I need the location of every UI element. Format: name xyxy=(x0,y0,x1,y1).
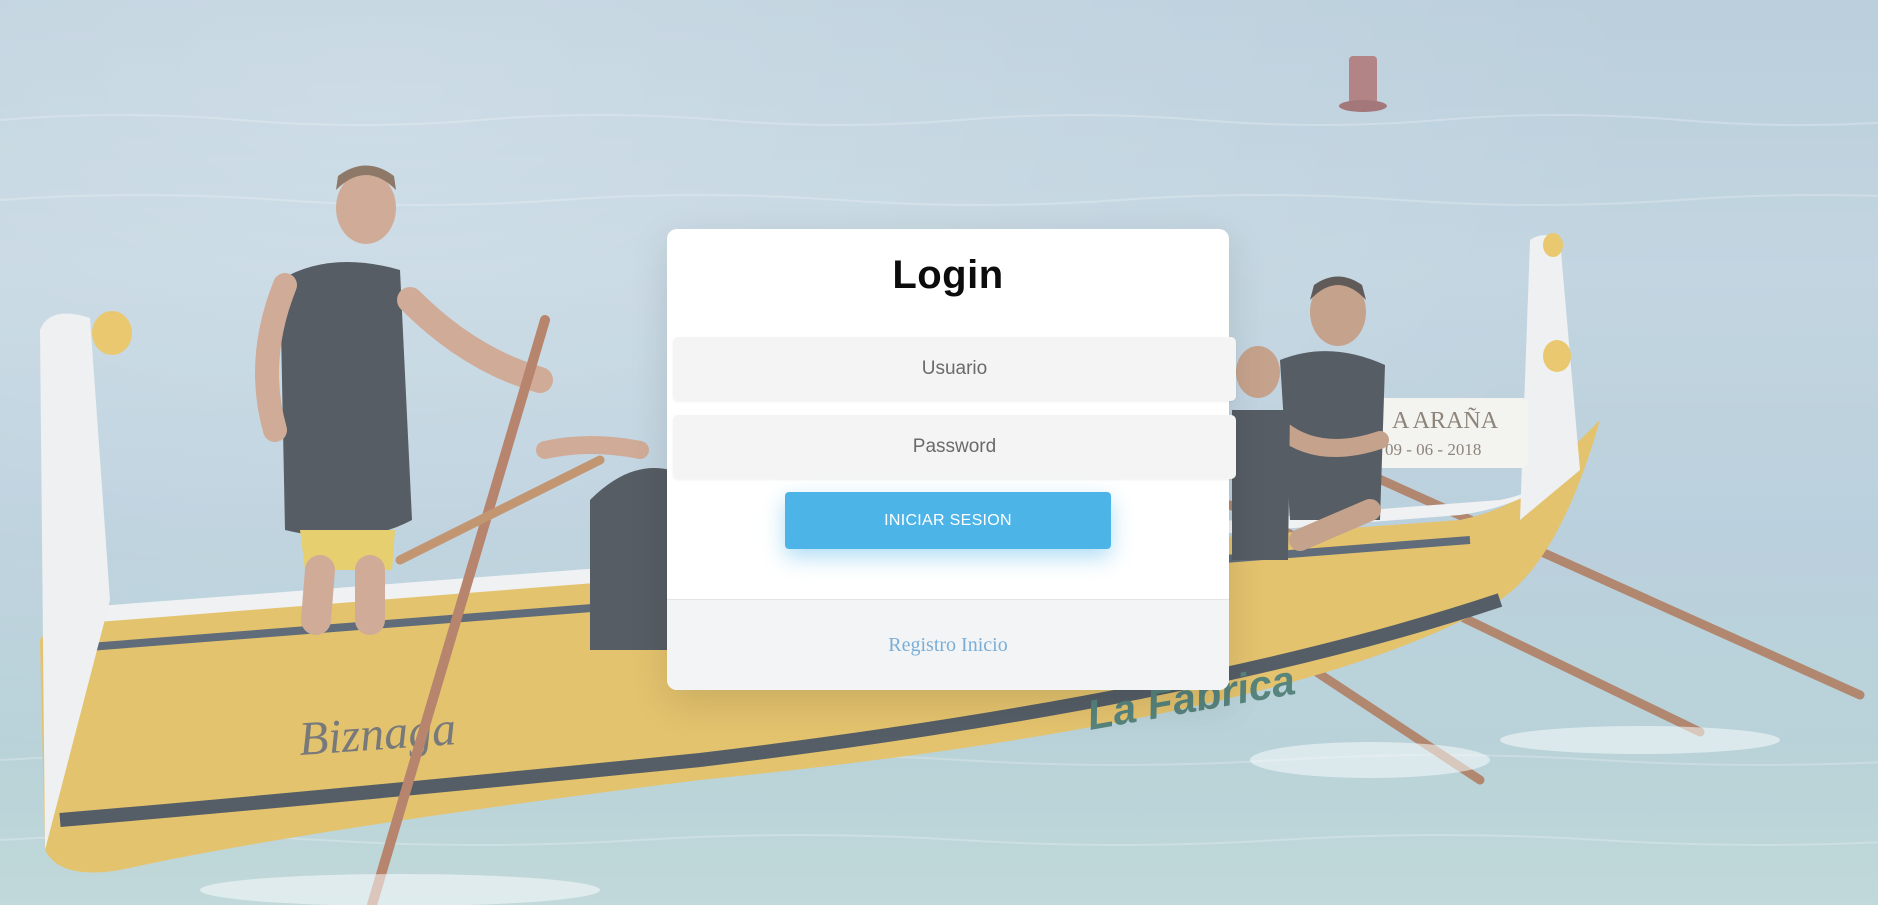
login-button[interactable]: INICIAR SESION xyxy=(785,492,1111,549)
login-footer: Registro Inicio xyxy=(667,599,1229,690)
password-input[interactable] xyxy=(673,415,1236,479)
username-input[interactable] xyxy=(673,337,1236,401)
register-link[interactable]: Registro Inicio xyxy=(888,634,1007,657)
login-card: Login INICIAR SESION Registro Inicio xyxy=(667,229,1236,690)
login-title: Login xyxy=(892,253,1004,297)
